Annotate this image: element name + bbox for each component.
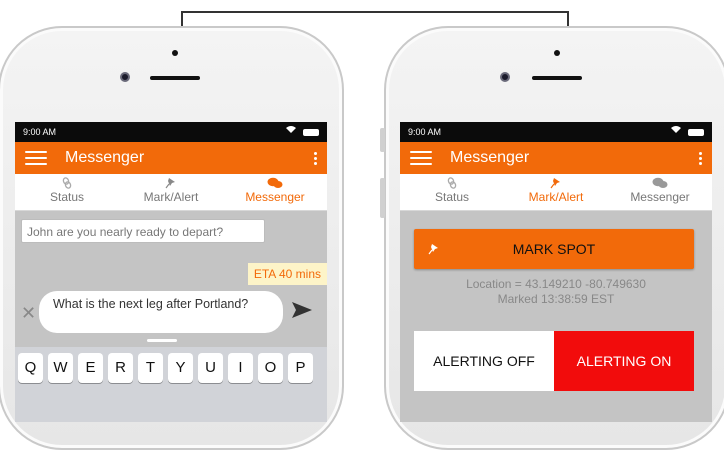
- battery-icon: [303, 128, 319, 136]
- earpiece-speaker: [532, 76, 582, 80]
- pushpin-icon: [428, 242, 440, 258]
- alerting-off-button[interactable]: ALERTING OFF: [414, 331, 554, 391]
- status-bar: 9:00 AM: [400, 122, 712, 142]
- tab-mark-alert[interactable]: Mark/Alert: [119, 174, 223, 210]
- pushpin-icon: [504, 176, 608, 190]
- tab-mark-alert[interactable]: Mark/Alert: [504, 174, 608, 210]
- side-button: [380, 178, 385, 218]
- earpiece-speaker: [150, 76, 200, 80]
- screen-mark-alert: 9:00 AM Messenger Status Mark/Alert Mess…: [400, 122, 712, 422]
- tab-label: Status: [434, 190, 470, 204]
- phone-right: 9:00 AM Messenger Status Mark/Alert Mess…: [380, 26, 724, 450]
- tab-label: Mark/Alert: [143, 190, 199, 204]
- menu-icon[interactable]: [410, 151, 432, 165]
- alerting-on-button[interactable]: ALERTING ON: [554, 331, 694, 391]
- connector-title: [290, 0, 420, 8]
- more-options-icon[interactable]: [699, 152, 702, 165]
- compose-input[interactable]: What is the next leg after Portland?: [39, 291, 283, 333]
- outgoing-message: ETA 40 mins: [247, 263, 327, 285]
- screen-messenger: 9:00 AM Messenger Status Mark/Alert Mess…: [15, 122, 327, 422]
- app-bar: Messenger: [15, 142, 327, 174]
- tab-label: Messenger: [630, 190, 690, 204]
- key-p[interactable]: P: [288, 353, 313, 383]
- chat-bubbles-icon: [223, 176, 327, 190]
- menu-icon[interactable]: [25, 151, 47, 165]
- tab-messenger[interactable]: Messenger: [223, 174, 327, 210]
- tab-bar: Status Mark/Alert Messenger: [15, 174, 327, 211]
- phone-left: 9:00 AM Messenger Status Mark/Alert Mess…: [0, 26, 344, 450]
- mark-spot-label: MARK SPOT: [512, 241, 596, 257]
- key-e[interactable]: E: [78, 353, 103, 383]
- pushpin-icon: [119, 176, 223, 190]
- sensor-dot: [554, 50, 560, 56]
- link-icon: [15, 176, 119, 190]
- key-i[interactable]: I: [228, 353, 253, 383]
- handle-indicator: [147, 339, 177, 342]
- message-area: John are you nearly ready to depart? ETA…: [15, 211, 327, 422]
- key-u[interactable]: U: [198, 353, 223, 383]
- battery-icon: [688, 128, 704, 136]
- status-time: 9:00 AM: [23, 127, 57, 137]
- status-time: 9:00 AM: [408, 127, 442, 137]
- keyboard-row: Q W E R T Y U I O P: [15, 347, 327, 383]
- clear-icon[interactable]: ✕: [21, 303, 36, 324]
- more-options-icon[interactable]: [314, 152, 317, 165]
- key-o[interactable]: O: [258, 353, 283, 383]
- link-icon: [400, 176, 504, 190]
- mark-alert-area: MARK SPOT Location = 43.149210 -80.74963…: [400, 211, 712, 422]
- app-title: Messenger: [65, 149, 145, 166]
- tab-label: Status: [49, 190, 85, 204]
- key-y[interactable]: Y: [168, 353, 193, 383]
- side-button: [380, 128, 385, 152]
- keyboard: Q W E R T Y U I O P: [15, 347, 327, 422]
- marked-time: Marked 13:38:59 EST: [497, 292, 615, 306]
- send-icon[interactable]: [291, 301, 313, 324]
- key-t[interactable]: T: [138, 353, 163, 383]
- app-title: Messenger: [450, 149, 530, 166]
- tab-status[interactable]: Status: [15, 174, 119, 210]
- wifi-icon: [285, 122, 297, 142]
- front-camera: [500, 72, 510, 82]
- mark-spot-button[interactable]: MARK SPOT: [414, 229, 694, 269]
- alerting-toggle: ALERTING OFF ALERTING ON: [414, 331, 694, 391]
- wifi-icon: [670, 122, 682, 142]
- incoming-message: John are you nearly ready to depart?: [21, 219, 265, 243]
- sensor-dot: [172, 50, 178, 56]
- key-w[interactable]: W: [48, 353, 73, 383]
- chat-bubbles-icon: [608, 176, 712, 190]
- tab-label: Messenger: [245, 190, 305, 204]
- tab-bar: Status Mark/Alert Messenger: [400, 174, 712, 211]
- tab-label: Mark/Alert: [528, 190, 584, 204]
- mark-info: Location = 43.149210 -80.749630 Marked 1…: [400, 277, 712, 307]
- status-bar: 9:00 AM: [15, 122, 327, 142]
- key-r[interactable]: R: [108, 353, 133, 383]
- app-bar: Messenger: [400, 142, 712, 174]
- front-camera: [120, 72, 130, 82]
- key-q[interactable]: Q: [18, 353, 43, 383]
- tab-status[interactable]: Status: [400, 174, 504, 210]
- location-readout: Location = 43.149210 -80.749630: [466, 277, 646, 291]
- tab-messenger[interactable]: Messenger: [608, 174, 712, 210]
